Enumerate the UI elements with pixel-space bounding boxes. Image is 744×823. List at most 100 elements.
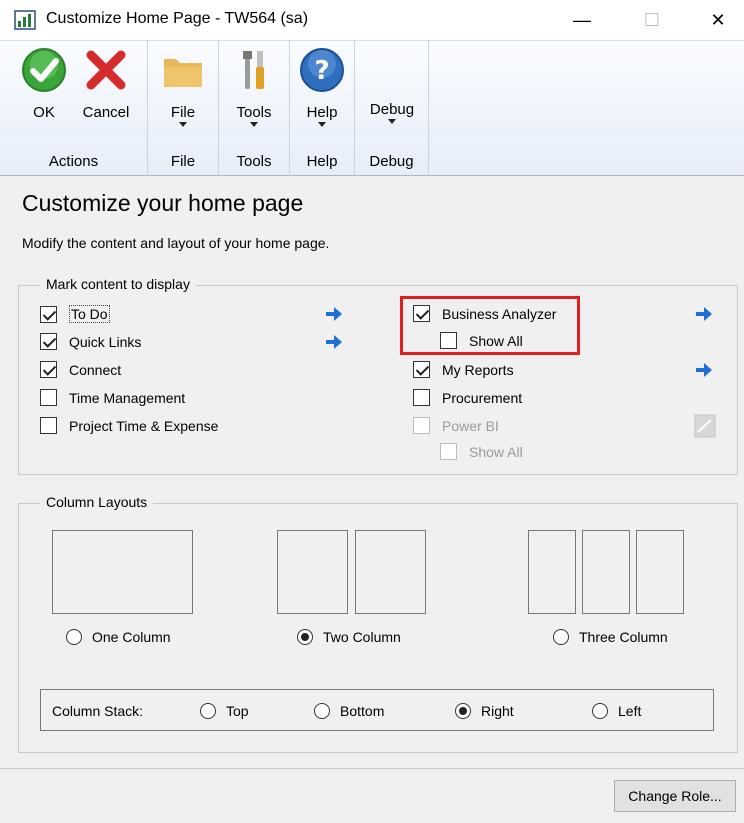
three-column-preview-right[interactable] (636, 530, 684, 614)
window-title: Customize Home Page - TW564 (sa) (46, 10, 309, 27)
radio-button[interactable] (314, 703, 330, 719)
checkbox-box (440, 443, 457, 460)
checkbox-label: Procurement (442, 389, 523, 406)
radio-button[interactable] (592, 703, 608, 719)
two-column-preview-right[interactable] (355, 530, 426, 614)
change-role-button[interactable]: Change Role... (614, 780, 736, 812)
checkbox-power-bi-show-all: Show All (440, 443, 523, 460)
highlight-box (400, 296, 580, 355)
radio-button[interactable] (66, 629, 82, 645)
checkbox-box[interactable] (413, 389, 430, 406)
radio-button[interactable] (455, 703, 471, 719)
three-column-preview-middle[interactable] (582, 530, 630, 614)
radio-button[interactable] (200, 703, 216, 719)
radio-label: Three Column (579, 629, 668, 645)
radio-label: Two Column (323, 629, 401, 645)
cancel-label: Cancel (82, 104, 130, 121)
ribbon-group-label-help: Help (306, 153, 338, 170)
ribbon-group-label-debug: Debug (369, 153, 414, 170)
chevron-down-icon (388, 119, 396, 124)
tools-button[interactable]: Tools (224, 47, 284, 127)
ribbon-group-file: File File (148, 41, 219, 176)
quick-links-arrow-icon[interactable] (324, 332, 344, 352)
to-do-arrow-icon[interactable] (324, 304, 344, 324)
maximize-button[interactable]: ☐ (626, 0, 678, 40)
close-button[interactable]: ✕ (692, 0, 744, 40)
checkbox-label: Connect (69, 361, 122, 378)
checkbox-box (413, 417, 430, 434)
checkbox-connect[interactable]: Connect (40, 361, 121, 378)
ok-check-icon (22, 48, 66, 92)
chevron-down-icon (250, 122, 258, 127)
ribbon: OK Cancel Actions File File Tools Tools … (0, 40, 744, 176)
radio-label: Bottom (340, 703, 385, 719)
checkbox-label: Project Time & Expense (69, 417, 219, 434)
cancel-x-icon (86, 50, 126, 90)
content-group (18, 285, 738, 475)
ribbon-group-help: ? Help Help (290, 41, 355, 176)
checkbox-label: Time Management (69, 389, 186, 406)
tools-icon (243, 51, 264, 89)
radio-label: One Column (92, 629, 171, 645)
checkbox-project-time-expense[interactable]: Project Time & Expense (40, 417, 218, 434)
radio-two-column[interactable]: Two Column (297, 629, 401, 645)
two-column-preview-left[interactable] (277, 530, 348, 614)
radio-one-column[interactable]: One Column (66, 629, 171, 645)
svg-text:?: ? (314, 56, 329, 86)
ribbon-group-label-actions: Actions (48, 153, 99, 170)
ok-label: OK (33, 104, 55, 121)
three-column-preview-left[interactable] (528, 530, 576, 614)
checkbox-label: Show All (469, 443, 523, 460)
radio-button[interactable] (553, 629, 569, 645)
title-bar: Customize Home Page - TW564 (sa) — ☐ ✕ (0, 0, 744, 40)
ok-button[interactable]: OK (14, 47, 74, 121)
minimize-button[interactable]: — (556, 0, 608, 40)
file-label: File (170, 104, 196, 121)
radio-button[interactable] (297, 629, 313, 645)
radio-stack-right[interactable]: Right (455, 703, 514, 719)
radio-label: Left (618, 703, 642, 719)
checkbox-procurement[interactable]: Procurement (413, 389, 522, 406)
checkbox-box[interactable] (413, 361, 430, 378)
checkbox-box[interactable] (40, 389, 57, 406)
checkbox-quick-links[interactable]: Quick Links (40, 333, 141, 350)
chevron-down-icon (318, 122, 326, 127)
content-legend: Mark content to display (40, 276, 196, 292)
power-bi-arrow-disabled-icon (694, 414, 716, 438)
chevron-down-icon (179, 122, 187, 127)
column-layouts-legend: Column Layouts (40, 494, 154, 510)
folder-icon (164, 59, 202, 87)
file-button[interactable]: File (153, 47, 213, 127)
checkbox-box[interactable] (40, 333, 57, 350)
checkbox-label: Quick Links (69, 333, 142, 350)
radio-label: Right (481, 703, 514, 719)
tools-label: Tools (236, 104, 272, 121)
checkbox-box[interactable] (40, 305, 57, 323)
checkbox-box[interactable] (40, 417, 57, 434)
checkbox-label: To Do (69, 305, 110, 323)
ribbon-group-tools: Tools Tools (219, 41, 290, 176)
help-button[interactable]: ? Help (292, 47, 352, 127)
checkbox-box[interactable] (40, 361, 57, 378)
radio-stack-left[interactable]: Left (592, 703, 641, 719)
help-label: Help (306, 104, 338, 121)
cancel-button[interactable]: Cancel (76, 47, 136, 121)
checkbox-my-reports[interactable]: My Reports (413, 361, 514, 378)
radio-label: Top (226, 703, 249, 719)
footer-divider (0, 768, 744, 769)
ribbon-group-label-tools: Tools (236, 153, 272, 170)
checkbox-label: Power BI (442, 417, 499, 434)
business-analyzer-arrow-icon[interactable] (694, 304, 714, 324)
radio-stack-top[interactable]: Top (200, 703, 249, 719)
my-reports-arrow-icon[interactable] (694, 360, 714, 380)
app-icon (14, 10, 36, 30)
debug-label: Debug (369, 101, 415, 118)
one-column-preview[interactable] (52, 530, 193, 614)
radio-stack-bottom[interactable]: Bottom (314, 703, 384, 719)
checkbox-time-management[interactable]: Time Management (40, 389, 185, 406)
radio-three-column[interactable]: Three Column (553, 629, 668, 645)
debug-button[interactable]: Debug (362, 47, 422, 124)
page-title: Customize your home page (22, 190, 304, 216)
checkbox-to-do[interactable]: To Do (40, 305, 110, 323)
page-subtitle: Modify the content and layout of your ho… (22, 235, 330, 251)
